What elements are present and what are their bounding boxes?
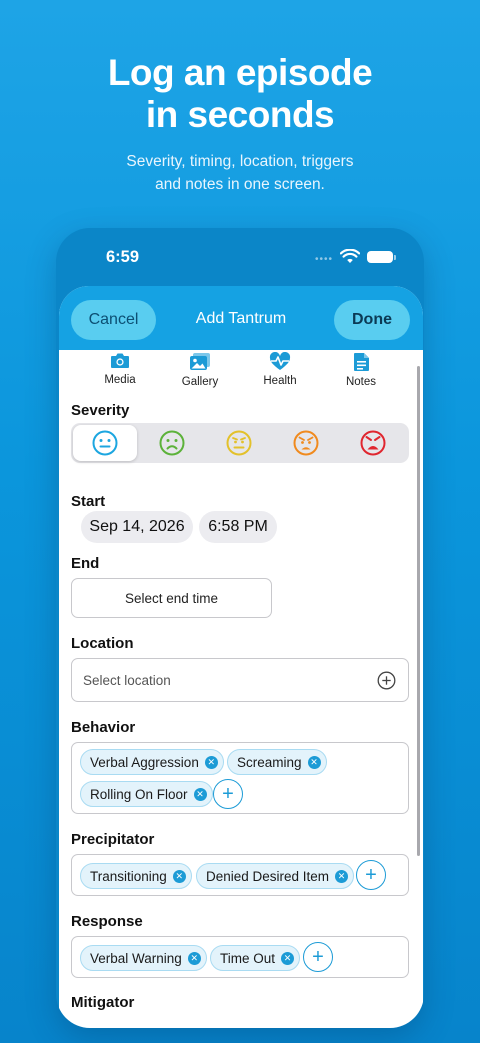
start-label: Start (71, 493, 106, 510)
severity-option-5[interactable] (341, 425, 405, 461)
behavior-chip[interactable]: Rolling On Floor ✕ (80, 781, 213, 807)
status-bar: 6:59 •••• (56, 228, 424, 286)
status-time: 6:59 (106, 248, 140, 266)
location-label: Location (71, 635, 134, 652)
add-response-button[interactable]: + (303, 942, 333, 972)
battery-icon (367, 251, 396, 263)
chip-label: Denied Desired Item (206, 868, 330, 884)
precipitator-field: Transitioning ✕ Denied Desired Item ✕ + (71, 854, 409, 896)
cellular-dots-icon: •••• (315, 254, 334, 265)
notes-button[interactable]: Notes (326, 352, 396, 388)
media-label: Media (104, 374, 136, 386)
response-field: Verbal Warning ✕ Time Out ✕ + (71, 936, 409, 978)
health-heart-icon (269, 352, 291, 370)
phone-frame: 6:59 •••• Cancel Add Tantrum Done Media (56, 228, 424, 1028)
precipitator-label: Precipitator (71, 831, 155, 848)
behavior-field: Verbal Aggression ✕ Screaming ✕ Rolling … (71, 742, 409, 814)
behavior-chip[interactable]: Screaming ✕ (227, 749, 327, 775)
add-behavior-button[interactable]: + (213, 779, 243, 809)
chip-label: Time Out (220, 950, 276, 966)
angry-face-icon (293, 430, 319, 456)
add-precipitator-button[interactable]: + (356, 860, 386, 890)
add-tantrum-sheet: Cancel Add Tantrum Done Media Gallery He… (59, 286, 423, 1028)
scrollbar[interactable] (417, 366, 420, 856)
gallery-icon (190, 353, 210, 370)
severity-option-3[interactable] (207, 425, 271, 461)
response-chip[interactable]: Time Out ✕ (210, 945, 301, 971)
end-time-button[interactable]: Select end time (71, 578, 272, 618)
severity-option-2[interactable] (140, 425, 204, 461)
chip-label: Verbal Aggression (90, 754, 199, 770)
severity-option-4[interactable] (274, 425, 338, 461)
behavior-chip[interactable]: Verbal Aggression ✕ (80, 749, 224, 775)
gallery-button[interactable]: Gallery (165, 352, 235, 388)
nav-bar: Cancel Add Tantrum Done (59, 286, 423, 350)
attachment-toolbar: Media Gallery Health Notes (59, 350, 423, 394)
remove-chip-icon[interactable]: ✕ (281, 951, 295, 965)
chip-label: Rolling On Floor (90, 786, 188, 802)
mitigator-label: Mitigator (71, 994, 135, 1011)
remove-chip-icon[interactable]: ✕ (204, 755, 218, 769)
notes-icon (353, 353, 369, 371)
health-label: Health (263, 375, 297, 387)
headline-line-2: in seconds (145, 94, 335, 135)
promo-headline: Log an episode in seconds (0, 52, 480, 136)
response-label: Response (71, 913, 143, 930)
end-label: End (71, 555, 100, 572)
severity-picker[interactable] (71, 423, 409, 463)
behavior-label: Behavior (71, 719, 136, 736)
subhead-line-2: and notes in one screen. (155, 176, 325, 193)
remove-chip-icon[interactable]: ✕ (187, 951, 201, 965)
remove-chip-icon[interactable]: ✕ (307, 755, 321, 769)
chip-label: Verbal Warning (90, 950, 182, 966)
chip-label: Screaming (237, 754, 302, 770)
remove-chip-icon[interactable]: ✕ (172, 869, 186, 883)
subhead-line-1: Severity, timing, location, triggers (126, 153, 354, 170)
wifi-icon (340, 249, 360, 263)
precipitator-chip[interactable]: Denied Desired Item ✕ (196, 863, 355, 889)
media-button[interactable]: Media (85, 352, 155, 386)
remove-chip-icon[interactable]: ✕ (193, 787, 207, 801)
add-location-icon[interactable] (377, 671, 396, 690)
remove-chip-icon[interactable]: ✕ (335, 869, 349, 883)
health-button[interactable]: Health (245, 352, 315, 387)
severity-option-1[interactable] (73, 425, 137, 461)
precipitator-chip[interactable]: Transitioning ✕ (80, 863, 192, 889)
location-field[interactable]: Select location (71, 658, 409, 702)
frown-face-icon (159, 430, 185, 456)
start-time-picker[interactable]: 6:58 PM (199, 511, 277, 543)
location-placeholder: Select location (83, 673, 171, 688)
annoyed-face-icon (226, 430, 252, 456)
gallery-label: Gallery (181, 376, 219, 388)
chip-label: Transitioning (90, 868, 167, 884)
done-button[interactable]: Done (334, 300, 410, 340)
start-date-picker[interactable]: Sep 14, 2026 (81, 511, 193, 543)
promo-subhead: Severity, timing, location, triggers and… (0, 150, 480, 196)
camera-icon (111, 353, 129, 368)
furious-face-icon (360, 430, 386, 456)
neutral-face-icon (92, 430, 118, 456)
headline-line-1: Log an episode (107, 52, 373, 93)
severity-label: Severity (71, 402, 130, 419)
response-chip[interactable]: Verbal Warning ✕ (80, 945, 207, 971)
notes-label: Notes (345, 376, 377, 388)
